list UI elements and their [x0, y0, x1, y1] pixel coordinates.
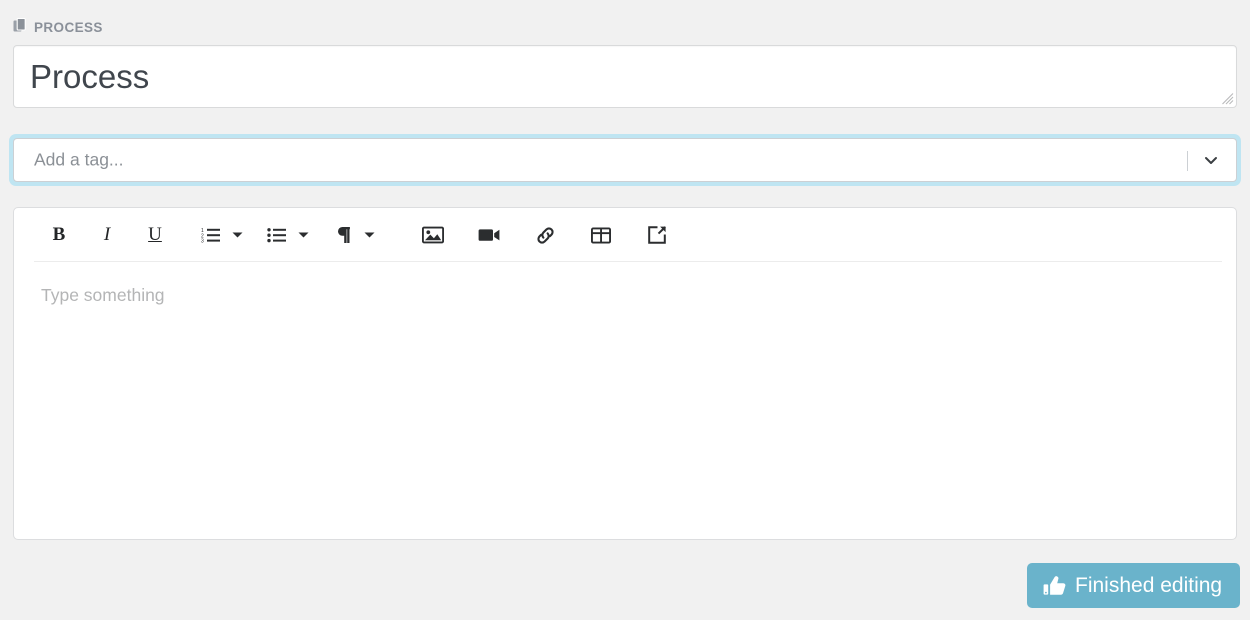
- editor-page: PROCESS Process Add a tag... B I U 1 2 3…: [0, 0, 1250, 620]
- section-label-text: PROCESS: [34, 20, 103, 36]
- finished-editing-label: Finished editing: [1075, 573, 1223, 597]
- copy-documents-icon: [13, 17, 28, 39]
- toolbar-divider: [34, 261, 1222, 262]
- tag-select[interactable]: Add a tag...: [13, 138, 1237, 182]
- insert-link-button[interactable]: [528, 218, 562, 252]
- italic-button[interactable]: I: [90, 218, 124, 252]
- rich-text-editor: B I U 1 2 3 Type something: [13, 207, 1237, 540]
- tag-select-separator: [1187, 151, 1188, 171]
- ordered-list-dropdown-caret[interactable]: [228, 220, 246, 250]
- editor-toolbar: B I U 1 2 3: [14, 208, 1236, 262]
- paragraph-style-dropdown-caret[interactable]: [360, 220, 378, 250]
- ordered-list-button[interactable]: 1 2 3: [194, 218, 228, 252]
- insert-table-button[interactable]: [584, 218, 618, 252]
- thumbs-up-icon: [1043, 575, 1066, 596]
- insert-image-button[interactable]: [416, 218, 450, 252]
- bold-button[interactable]: B: [42, 218, 76, 252]
- underline-button[interactable]: U: [138, 218, 172, 252]
- title-value: Process: [30, 58, 150, 95]
- tag-input-placeholder[interactable]: Add a tag...: [34, 151, 124, 169]
- tag-select-focus-ring: Add a tag...: [9, 134, 1241, 186]
- editor-placeholder: Type something: [41, 285, 165, 305]
- paragraph-style-button[interactable]: [326, 218, 360, 252]
- insert-video-button[interactable]: [472, 218, 506, 252]
- section-label: PROCESS: [13, 17, 103, 39]
- unordered-list-button[interactable]: [260, 218, 294, 252]
- unordered-list-dropdown-caret[interactable]: [294, 220, 312, 250]
- svg-text:3: 3: [201, 238, 204, 243]
- finished-editing-button[interactable]: Finished editing: [1027, 563, 1241, 608]
- editor-content-area[interactable]: Type something: [14, 263, 1236, 539]
- chevron-down-icon[interactable]: [1201, 150, 1221, 170]
- title-textarea[interactable]: Process: [13, 45, 1237, 108]
- popout-editor-button[interactable]: [640, 218, 674, 252]
- textarea-resize-grip[interactable]: [1221, 92, 1234, 105]
